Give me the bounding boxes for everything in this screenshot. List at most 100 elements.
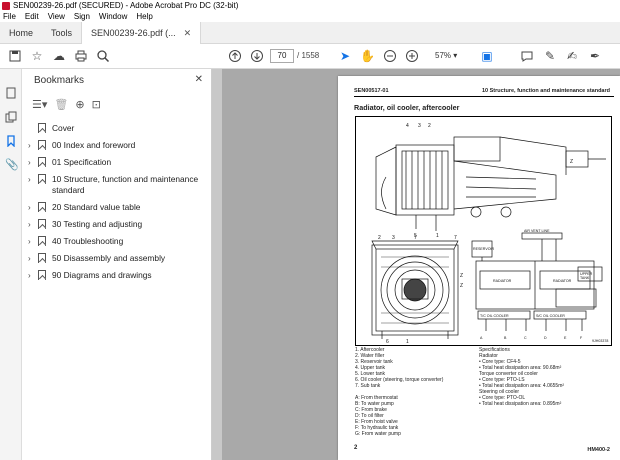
fill-sign-icon[interactable]: ✒	[588, 49, 602, 63]
bookmark-label: Cover	[52, 123, 75, 133]
zoom-out-icon[interactable]	[383, 49, 397, 63]
bookmark-item[interactable]: › 01 Specification	[28, 157, 208, 168]
legend-row: G: From water pump	[355, 431, 401, 437]
bookmark-flag-icon	[38, 157, 46, 167]
svg-text:1: 1	[406, 339, 409, 345]
page-thumbnails-icon[interactable]	[5, 87, 17, 99]
bookmark-flag-icon	[38, 123, 46, 133]
upload-cloud-icon[interactable]: ☁	[52, 49, 66, 63]
svg-text:Z: Z	[570, 159, 573, 165]
chevron-right-icon[interactable]: ›	[28, 157, 38, 168]
bookmark-label: 10 Structure, function and maintenance s…	[52, 174, 199, 195]
comment-icon[interactable]	[520, 49, 534, 63]
toolbar: ☆ ☁ 70 / 1558 ➤ ✋ 57% ▾ ▣ ✎ ✍ ✒	[0, 44, 620, 69]
search-icon[interactable]	[96, 49, 110, 63]
bookmark-item[interactable]: › 00 Index and foreword	[28, 140, 208, 151]
tab-tools[interactable]: Tools	[42, 22, 81, 44]
pane-splitter[interactable]	[212, 69, 222, 460]
page-number-input[interactable]: 70	[270, 49, 294, 63]
bookmark-label: 20 Standard value table	[52, 202, 141, 212]
menu-view[interactable]: View	[48, 12, 65, 21]
bookmark-list: Cover › 00 Index and foreword › 01 Speci…	[28, 123, 208, 287]
hand-tool-icon[interactable]: ✋	[360, 49, 375, 63]
svg-text:F: F	[580, 336, 583, 340]
tab-home[interactable]: Home	[0, 22, 42, 44]
fit-page-icon[interactable]: ▣	[480, 49, 494, 63]
radiator-drawing: 432 Z5 1 7 237 ZZ6 1 AIR VENT LINE RESER…	[371, 123, 608, 345]
bookmark-label: 00 Index and foreword	[52, 140, 136, 150]
header-rule	[354, 96, 614, 97]
tab-document-label: SEN00239-26.pdf (...	[91, 28, 176, 38]
bookmark-item[interactable]: › 10 Structure, function and maintenance…	[28, 174, 208, 196]
page-header-doc-code: SEN00517-01	[354, 88, 389, 94]
legend-parts: 1. Aftercooler 2. Water filler 3. Reserv…	[355, 347, 443, 437]
svg-text:RESERVOIR: RESERVOIR	[473, 247, 495, 251]
options-menu-icon[interactable]: ☰▾	[32, 98, 47, 111]
svg-text:RADIATOR: RADIATOR	[553, 279, 572, 283]
select-cursor-icon[interactable]: ➤	[338, 49, 352, 63]
chevron-right-icon[interactable]: ›	[28, 236, 38, 247]
legend-row: • Total heat dissipation area: 0.895m²	[479, 401, 562, 407]
tab-document[interactable]: SEN00239-26.pdf (... ✕	[81, 22, 202, 44]
bookmark-flag-icon	[38, 236, 46, 246]
bookmark-item[interactable]: › 90 Diagrams and drawings	[28, 270, 208, 281]
zoom-level-dropdown[interactable]: 57% ▾	[425, 49, 463, 63]
svg-text:C: C	[524, 336, 527, 340]
menu-sign[interactable]: Sign	[74, 12, 90, 21]
svg-text:S/C OIL COOLER: S/C OIL COOLER	[536, 314, 565, 318]
svg-text:2: 2	[428, 123, 431, 129]
highlight-pen-icon[interactable]: ✎	[543, 49, 557, 63]
tab-tools-label: Tools	[51, 28, 73, 38]
menu-help[interactable]: Help	[136, 12, 152, 21]
attachment-icon[interactable]: 📎	[5, 159, 19, 171]
close-tab-icon[interactable]: ✕	[184, 28, 192, 39]
star-icon[interactable]: ☆	[30, 49, 44, 63]
save-icon[interactable]	[8, 49, 22, 63]
bookmark-item[interactable]: › 40 Troubleshooting	[28, 236, 208, 247]
svg-text:D: D	[544, 336, 547, 340]
svg-text:7: 7	[414, 235, 417, 241]
tab-bar: Home Tools SEN00239-26.pdf (... ✕	[0, 22, 620, 44]
svg-text:3: 3	[392, 235, 395, 241]
chevron-right-icon[interactable]: ›	[28, 140, 38, 151]
bookmark-label: 50 Disassembly and assembly	[52, 253, 166, 263]
chevron-right-icon[interactable]: ›	[28, 253, 38, 264]
draw-icon[interactable]: ✍	[565, 49, 579, 63]
svg-text:RADIATOR: RADIATOR	[493, 279, 512, 283]
bookmark-flag-icon	[38, 140, 46, 150]
bookmark-label: 40 Troubleshooting	[52, 236, 124, 246]
bookmark-flag-icon	[38, 253, 46, 263]
page-up-icon[interactable]	[228, 49, 242, 63]
bookmark-flag-icon	[38, 174, 46, 184]
bookmark-item[interactable]: › 20 Standard value table	[28, 202, 208, 213]
bookmark-icon[interactable]	[5, 135, 17, 148]
chevron-right-icon[interactable]: ›	[28, 202, 38, 213]
zoom-in-icon[interactable]	[405, 49, 419, 63]
bookmark-label: 90 Diagrams and drawings	[52, 270, 152, 280]
page-down-icon[interactable]	[250, 49, 264, 63]
close-icon[interactable]: ✕	[195, 74, 203, 85]
pdf-page: SEN00517-01 10 Structure, function and m…	[338, 76, 620, 460]
chevron-right-icon[interactable]: ›	[28, 270, 38, 281]
new-bookmark-icon[interactable]: ⊕	[75, 98, 84, 111]
bookmark-item[interactable]: › 30 Testing and adjusting	[28, 219, 208, 230]
chevron-right-icon[interactable]: ›	[28, 174, 38, 185]
svg-text:6: 6	[386, 339, 389, 345]
chevron-right-icon[interactable]: ›	[28, 219, 38, 230]
bookmark-flag-icon	[38, 219, 46, 229]
bookmark-label: 30 Testing and adjusting	[52, 219, 143, 229]
menu-file[interactable]: File	[3, 12, 16, 21]
menu-window[interactable]: Window	[99, 12, 127, 21]
bookmark-item[interactable]: › 50 Disassembly and assembly	[28, 253, 208, 264]
svg-text:Z: Z	[460, 283, 463, 289]
bookmarks-panel-title: Bookmarks	[34, 75, 85, 86]
bookmark-search-icon[interactable]: ⊡	[92, 98, 101, 111]
page-title: Radiator, oil cooler, aftercooler	[354, 103, 460, 112]
bookmark-item[interactable]: Cover	[28, 123, 208, 134]
copy-pages-icon[interactable]	[5, 111, 17, 123]
print-icon[interactable]	[74, 49, 88, 63]
delete-icon[interactable]: 🗑	[54, 98, 68, 111]
bookmark-flag-icon	[38, 270, 46, 280]
svg-text:B: B	[504, 336, 507, 340]
menu-edit[interactable]: Edit	[25, 12, 39, 21]
